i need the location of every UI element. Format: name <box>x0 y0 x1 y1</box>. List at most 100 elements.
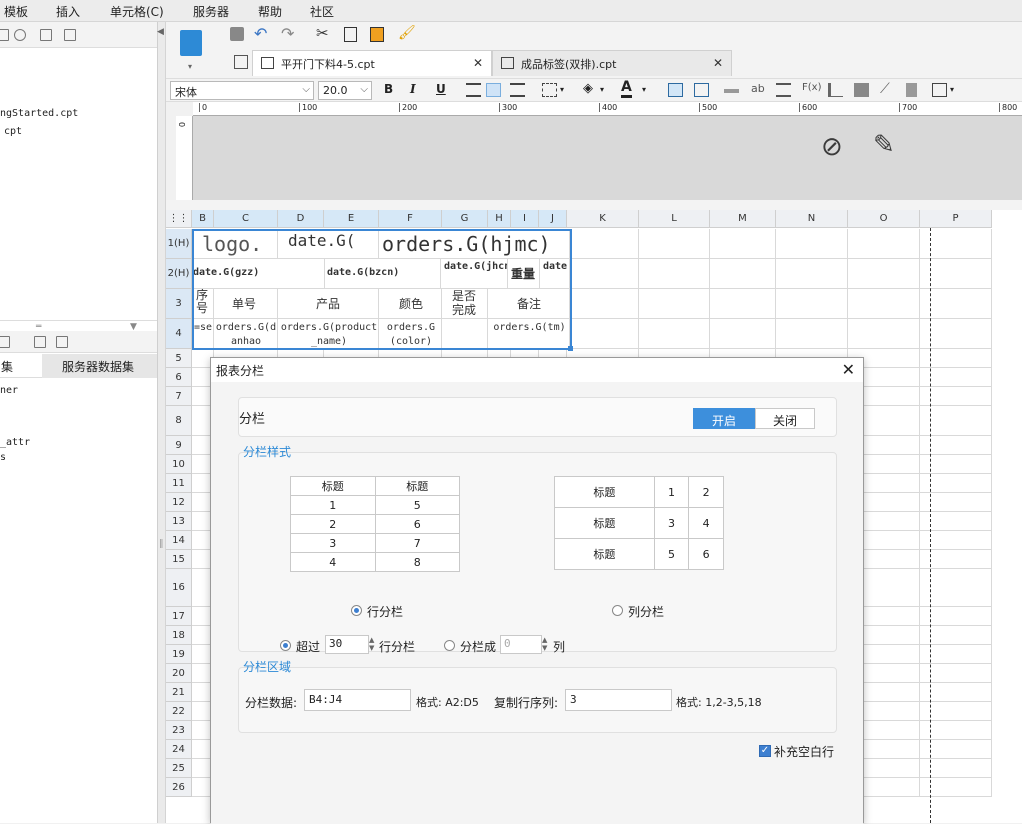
pencil-icon[interactable]: ✎ <box>873 130 895 160</box>
row-header-1[interactable]: 1(H) <box>166 229 192 259</box>
cell-empty[interactable] <box>848 289 920 319</box>
row-header-12[interactable]: 12 <box>166 493 192 512</box>
merge-icon[interactable] <box>668 83 683 97</box>
chart-icon[interactable] <box>828 83 843 97</box>
text-field-icon[interactable] <box>724 89 739 93</box>
cell-orders-hjmc[interactable]: orders.G(hjmc) <box>379 229 570 259</box>
split-data-input[interactable]: B4:J4 <box>304 689 411 711</box>
row-header-8[interactable]: 8 <box>166 406 192 436</box>
cell-done[interactable] <box>442 319 488 349</box>
tab-server-dataset[interactable]: 服务器数据集 <box>42 354 157 378</box>
cell-empty[interactable] <box>710 229 776 259</box>
file-item[interactable]: ngStarted.cpt <box>0 108 78 119</box>
file-item[interactable]: cpt <box>4 126 22 137</box>
cell-logo[interactable]: logo. <box>192 229 278 259</box>
cell-date-jhcn[interactable]: date.G(jhcn) <box>441 259 508 289</box>
cell-date-short[interactable]: date. <box>540 259 570 289</box>
chevron-down-icon[interactable]: ▾ <box>560 85 564 94</box>
chevron-down-icon[interactable]: ▾ <box>950 85 954 94</box>
cell-color-header[interactable]: 颜色 <box>379 289 442 319</box>
cut-icon[interactable]: ✂ <box>316 24 329 42</box>
menu-insert[interactable]: 插入 <box>56 3 80 20</box>
cell-product-name[interactable]: orders.G(product_name) <box>278 319 379 349</box>
cell-date-gzz[interactable]: date.G(gzz) <box>192 259 325 289</box>
cell-order-no[interactable]: orders.G(danhao <box>214 319 278 349</box>
cell-empty[interactable] <box>848 319 920 349</box>
row-header-11[interactable]: 11 <box>166 474 192 493</box>
align-right-icon[interactable] <box>510 83 525 97</box>
edit-icon[interactable] <box>56 336 68 348</box>
splitter-grip-icon[interactable]: ‖ <box>159 539 164 549</box>
column-header-D[interactable]: D <box>278 210 324 228</box>
col-split-radio[interactable] <box>612 605 623 616</box>
row-header-21[interactable]: 21 <box>166 683 192 702</box>
bold-button[interactable]: B <box>384 82 393 96</box>
fill-color-icon[interactable]: ◈ <box>583 81 593 96</box>
spinner-icon[interactable]: ▲ ▼ <box>369 636 374 652</box>
menu-template[interactable]: 模板 <box>4 3 28 20</box>
column-header-P[interactable]: P <box>920 210 992 228</box>
cell-empty[interactable] <box>710 259 776 289</box>
cell-remark-header[interactable]: 备注 <box>488 289 570 319</box>
tab-file-1[interactable]: 平开门下料4-5.cpt ✕ <box>252 50 492 76</box>
toggle-off-button[interactable]: 关闭 <box>755 408 815 429</box>
menu-server[interactable]: 服务器 <box>193 3 229 20</box>
row-header-25[interactable]: 25 <box>166 759 192 778</box>
row-header-14[interactable]: 14 <box>166 531 192 550</box>
row-header-4[interactable]: 4 <box>166 319 192 349</box>
row-header-3[interactable]: 3 <box>166 289 192 319</box>
frame-icon[interactable] <box>932 83 947 97</box>
column-header-F[interactable]: F <box>379 210 442 228</box>
row-header-5[interactable]: 5 <box>166 349 192 368</box>
cell-empty[interactable] <box>567 319 639 349</box>
sub-report-icon[interactable] <box>906 83 917 97</box>
cell-empty[interactable] <box>776 289 848 319</box>
row-header-17[interactable]: 17 <box>166 607 192 626</box>
column-header-C[interactable]: C <box>214 210 278 228</box>
formula-icon[interactable]: F(x) <box>802 82 821 93</box>
cell-empty[interactable] <box>567 289 639 319</box>
toggle-on-button[interactable]: 开启 <box>693 408 755 429</box>
dataset-item[interactable]: s <box>0 452 6 463</box>
menu-community[interactable]: 社区 <box>310 3 334 20</box>
dropdown-arrow-icon[interactable]: ▾ <box>188 62 192 71</box>
cell-date-bzcn[interactable]: date.G(bzcn) <box>325 259 441 289</box>
row-header-6[interactable]: 6 <box>166 368 192 387</box>
cell-seq[interactable]: =se <box>192 319 214 349</box>
font-name-select[interactable]: 宋体 ⌵ <box>170 81 314 100</box>
panel-splitter[interactable]: ◀ ‖ <box>157 22 166 823</box>
preview-icon[interactable] <box>34 336 46 348</box>
font-size-select[interactable]: 20.0 ⌵ <box>318 81 372 100</box>
cell-empty[interactable] <box>710 319 776 349</box>
row-header-13[interactable]: 13 <box>166 512 192 531</box>
column-header-G[interactable]: G <box>442 210 488 228</box>
column-header-J[interactable]: J <box>539 210 567 228</box>
row-header-10[interactable]: 10 <box>166 455 192 474</box>
column-header-E[interactable]: E <box>324 210 379 228</box>
paste-icon[interactable] <box>370 27 384 42</box>
ab-icon[interactable]: ab <box>751 82 765 95</box>
eye-off-icon[interactable]: ⊘ <box>821 132 843 162</box>
cell-empty[interactable] <box>776 229 848 259</box>
cell-empty[interactable] <box>848 259 920 289</box>
cell-empty[interactable] <box>639 289 710 319</box>
column-header-O[interactable]: O <box>848 210 920 228</box>
row-header-2[interactable]: 2(H) <box>166 259 192 289</box>
table-icon[interactable] <box>694 83 709 97</box>
cell-empty[interactable] <box>639 319 710 349</box>
row-header-22[interactable]: 22 <box>166 702 192 721</box>
fill-blank-checkbox[interactable]: ✓ <box>759 745 771 757</box>
cell-done-header[interactable]: 是否完成 <box>442 289 488 319</box>
close-icon[interactable]: ✕ <box>713 56 723 70</box>
font-color-icon[interactable]: A <box>621 80 632 98</box>
collapse-arrow-icon[interactable]: ◀ <box>157 27 164 37</box>
column-header-K[interactable]: K <box>567 210 639 228</box>
save-icon[interactable] <box>230 27 244 41</box>
cell-product-header[interactable]: 产品 <box>278 289 379 319</box>
cell-empty[interactable] <box>710 289 776 319</box>
align-left-icon[interactable] <box>466 83 481 97</box>
row-split-radio[interactable] <box>351 605 362 616</box>
row-header-23[interactable]: 23 <box>166 721 192 740</box>
format-painter-icon[interactable]: 🖌 <box>398 25 416 41</box>
dataset-item[interactable]: _attr <box>0 437 30 448</box>
